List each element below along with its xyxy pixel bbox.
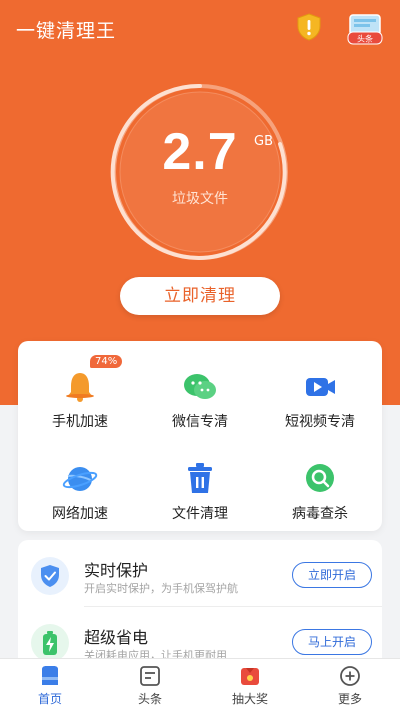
gift-icon (241, 668, 259, 685)
enable-realtime-protection-button[interactable]: 立即开启 (292, 562, 372, 588)
tab-label: 首页 (37, 692, 62, 706)
tool-phone-boost[interactable]: 74% 手机加速 (20, 355, 140, 449)
tab-label: 更多 (337, 692, 362, 706)
feature-title: 超级省电 (84, 628, 149, 647)
boost-badge: 74% (90, 355, 123, 368)
tool-virus-scan[interactable]: 病毒查杀 (260, 461, 380, 541)
junk-size-value: 2.7 (162, 123, 238, 181)
battery-icon (31, 624, 69, 662)
home-icon (42, 666, 58, 685)
tool-network-boost[interactable]: 网络加速 (20, 461, 140, 541)
planet-icon (62, 467, 98, 491)
bell-icon (66, 373, 94, 402)
junk-size-unit: GB (254, 134, 273, 149)
tool-file-clean[interactable]: 文件清理 (140, 461, 260, 541)
tab-news[interactable]: 头条 (100, 659, 200, 711)
junk-gauge: 2.7 GB 垃圾文件 (110, 82, 290, 262)
shield-check-icon (31, 557, 69, 595)
tool-wechat-clean[interactable]: 微信专清 (140, 369, 260, 449)
app-title: 一键清理王 (16, 20, 117, 42)
feature-subtitle: 开启实时保护，为手机保驾护航 (84, 582, 238, 595)
trash-icon (188, 463, 212, 493)
wechat-icon (184, 374, 216, 399)
feature-title: 实时保护 (84, 561, 149, 580)
tab-label: 头条 (137, 692, 162, 706)
feature-row-realtime-protection: 实时保护 开启实时保护，为手机保驾护航 立即开启 (18, 540, 382, 607)
more-icon (340, 666, 360, 686)
video-camera-icon (306, 378, 335, 396)
news-button[interactable]: 头条 (344, 12, 386, 46)
junk-label: 垃圾文件 (172, 191, 228, 207)
bottom-tab-bar: 首页 头条 抽大奖 更多 (0, 658, 400, 711)
feature-list: 实时保护 开启实时保护，为手机保驾护航 立即开启 超级省电 关闭耗电应用，让手机… (18, 540, 382, 670)
enable-power-saving-button[interactable]: 马上开启 (292, 629, 372, 655)
tool-label: 文件清理 (172, 506, 228, 522)
tab-home[interactable]: 首页 (0, 659, 100, 711)
tab-lottery[interactable]: 抽大奖 (200, 659, 300, 711)
tools-grid: 74% 手机加速 微信专清 短视频专清 网络加速 文件清理 病毒查杀 (18, 341, 382, 531)
tab-label: 抽大奖 (231, 692, 268, 706)
tool-label: 网络加速 (52, 506, 108, 522)
security-alert-button[interactable] (294, 12, 324, 42)
tool-short-video-clean[interactable]: 短视频专清 (260, 369, 380, 449)
news-badge-text: 头条 (357, 34, 373, 44)
shield-alert-icon (297, 13, 321, 41)
tool-label: 病毒查杀 (292, 506, 348, 522)
magnifier-icon (306, 464, 334, 492)
news-icon (140, 666, 160, 686)
clean-now-button[interactable]: 立即清理 (120, 277, 280, 315)
tool-label: 短视频专清 (285, 414, 355, 430)
tool-label: 手机加速 (52, 414, 108, 430)
newspaper-icon: 头条 (347, 14, 383, 45)
tab-more[interactable]: 更多 (300, 659, 400, 711)
tool-label: 微信专清 (172, 414, 228, 430)
